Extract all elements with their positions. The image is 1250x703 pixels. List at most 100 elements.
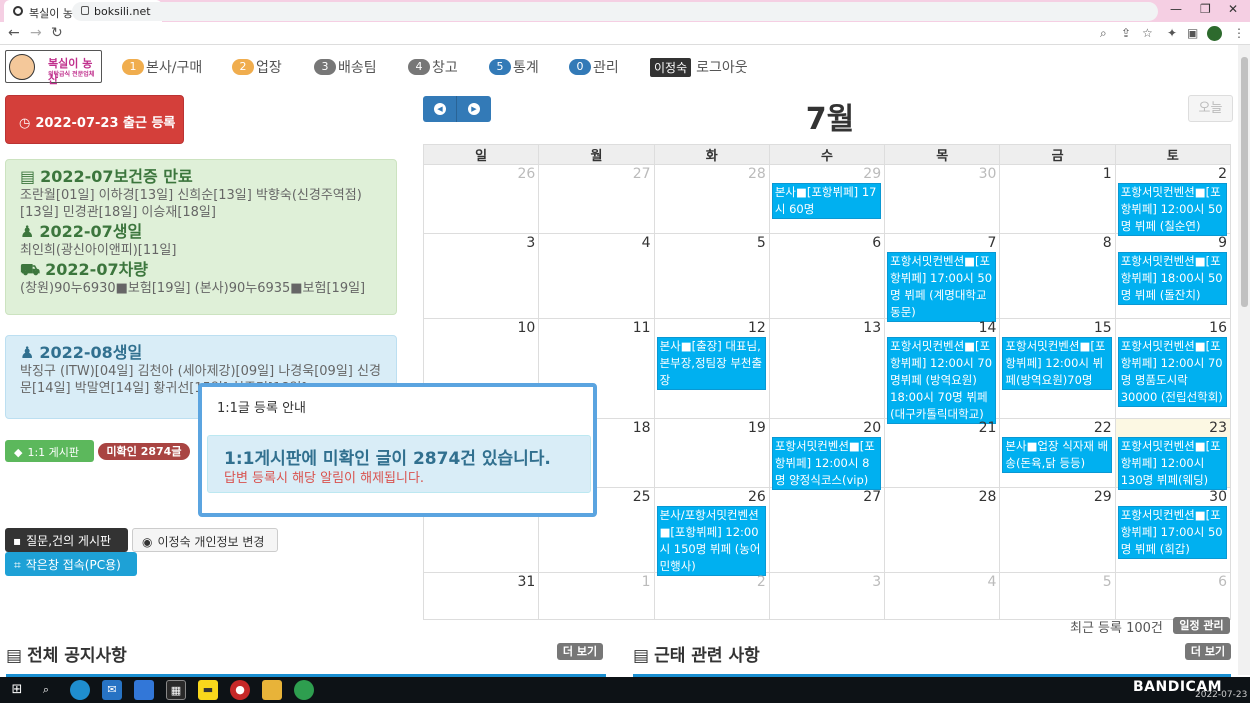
reload-icon[interactable]: ↻ xyxy=(51,25,63,41)
calendar-event[interactable]: 본사■[포항뷔페] 17시 60명 xyxy=(771,183,882,219)
notice-more-button[interactable]: 더 보기 xyxy=(557,643,603,660)
site-logo[interactable]: 복실이 농산 위탁급식 전문업체 xyxy=(5,50,102,86)
calendar-day-cell[interactable]: 7 포항서밋컨벤션■[포항뷔페] 17:00시 50명 뷔페 (계명대학교동문) xyxy=(884,233,1001,322)
nav-item-6[interactable]: 0 관리 xyxy=(569,57,619,77)
calendar-event[interactable]: 본사■업장 식자재 배송(돈육,닭 등등) xyxy=(1002,437,1112,473)
calendar-day-cell[interactable]: 30 xyxy=(884,164,1001,234)
calendar-day-cell[interactable]: 8 xyxy=(999,233,1116,319)
calendar-day-cell[interactable]: 29 xyxy=(999,487,1116,573)
calendar-event[interactable]: 포항서밋컨벤션■[포항뷔페] 12:00시 뷔페(방역요원)70명 xyxy=(1002,337,1112,390)
calendar-day-cell[interactable]: 26 xyxy=(422,164,540,234)
share-icon[interactable]: ⇪ xyxy=(1121,26,1131,40)
calendar-app-icon[interactable] xyxy=(134,680,154,700)
calendar-day-cell[interactable]: 3 xyxy=(768,572,886,620)
checkin-button[interactable]: ◷ 2022-07-23 출근 등록 xyxy=(5,95,184,144)
calendar-day-cell[interactable]: 4 xyxy=(538,233,655,319)
forward-icon[interactable]: → xyxy=(30,25,42,41)
calendar-event[interactable]: 포항서밋컨벤션■[포항뷔페] 12:00시 50명 뷔페 (칠순연) xyxy=(1117,183,1227,236)
store-icon[interactable]: ▦ xyxy=(166,680,186,700)
attendance-more-button[interactable]: 더 보기 xyxy=(1185,643,1231,660)
calendar-event[interactable]: 포항서밋컨벤션■[포항뷔페] 12:00시 70명뷔페 (방역요원) 18:00… xyxy=(887,337,997,424)
nav-item-5[interactable]: 5 통계 xyxy=(489,57,539,77)
calendar-day-cell[interactable]: 2 포항서밋컨벤션■[포항뷔페] 12:00시 50명 뷔페 (칠순연) xyxy=(1114,164,1232,236)
url-field[interactable]: boksili.net xyxy=(72,2,1158,21)
calendar-day-cell[interactable]: 20 포항서밋컨벤션■[포항뷔페] 12:00시 8명 양정식코스(vip) xyxy=(768,418,886,490)
next-month-button[interactable]: ▶ xyxy=(457,96,491,122)
maximize-icon[interactable]: ❐ xyxy=(1200,2,1211,16)
calendar-event[interactable]: 본사/포항서밋컨벤션■[포항뷔페] 12:00시 150명 뷔페 (농어민행사) xyxy=(656,506,766,576)
qna-board-button[interactable]: ▪ 질문,건의 게시판 xyxy=(5,528,128,552)
calendar-event[interactable]: 본사■[출장] 대표님,본부장,정팀장 부천출장 xyxy=(656,337,766,390)
day-number: 1 xyxy=(1102,166,1112,182)
calendar-day-cell[interactable]: 4 xyxy=(884,572,1001,620)
calendar-day-cell[interactable]: 1 xyxy=(538,572,655,620)
recorder-app-icon[interactable]: ● xyxy=(230,680,250,700)
calendar-day-cell[interactable]: 26 본사/포항서밋컨벤션■[포항뷔페] 12:00시 150명 뷔페 (농어민행… xyxy=(653,487,770,576)
close-window-icon[interactable]: ✕ xyxy=(1228,2,1238,16)
logout-link[interactable]: 로그아웃 xyxy=(696,57,748,77)
chrome-icon[interactable] xyxy=(294,680,314,700)
calendar-day-cell[interactable]: 16 포항서밋컨벤션■[포항뷔페] 12:00시 70명 명품도시락 30000 … xyxy=(1114,318,1232,419)
tag-icon: ◆ xyxy=(14,446,23,459)
calendar-day-cell[interactable]: 13 xyxy=(768,318,886,419)
calendar-day-cell[interactable]: 30 포항서밋컨벤션■[포항뷔페] 17:00시 50명 뷔페 (회갑) xyxy=(1114,487,1232,573)
calendar-day-cell[interactable]: 28 xyxy=(653,164,770,234)
calendar-event[interactable]: 포항서밋컨벤션■[포항뷔페] 12:00시 130명 뷔페(웨딩) xyxy=(1117,437,1227,490)
calendar-day-cell[interactable]: 6 xyxy=(1114,572,1232,620)
nav-item-1[interactable]: 1 본사/구매 xyxy=(122,57,202,77)
page-scrollbar[interactable] xyxy=(1238,45,1250,675)
calendar-day-cell[interactable]: 22 본사■업장 식자재 배송(돈육,닭 등등) xyxy=(999,418,1116,488)
back-icon[interactable]: ← xyxy=(8,25,20,41)
calendar-day-cell[interactable]: 15 포항서밋컨벤션■[포항뷔페] 12:00시 뷔페(방역요원)70명 xyxy=(999,318,1116,419)
extensions-icon[interactable]: ✦ xyxy=(1167,26,1177,40)
small-window-button[interactable]: ⌗ 작은창 접속(PC용) xyxy=(5,552,137,576)
sidepanel-icon[interactable]: ▣ xyxy=(1187,26,1198,40)
nav-item-4[interactable]: 4 창고 xyxy=(408,57,458,77)
nav-user-logout[interactable]: 이정숙 로그아웃 xyxy=(650,57,748,77)
nav-item-3[interactable]: 3 배송팀 xyxy=(314,57,377,77)
calendar-day-cell[interactable]: 29 본사■[포항뷔페] 17시 60명 xyxy=(768,164,886,234)
calendar-day-cell[interactable]: 14 포항서밋컨벤션■[포항뷔페] 12:00시 70명뷔페 (방역요원) 18:… xyxy=(884,318,1001,424)
today-button[interactable]: 오늘 xyxy=(1188,95,1233,122)
edit-profile-button[interactable]: ◉ 이정숙 개인정보 변경 xyxy=(132,528,278,552)
calendar-day-cell[interactable]: 28 xyxy=(884,487,1001,573)
one-on-one-board-button[interactable]: ◆ 1:1 게시판 xyxy=(5,440,94,462)
calendar-day-cell[interactable]: 5 xyxy=(653,233,770,319)
browser-menu-icon[interactable]: ⋮ xyxy=(1233,26,1245,40)
calendar-event[interactable]: 포항서밋컨벤션■[포항뷔페] 12:00시 70명 명품도시락 30000 (전… xyxy=(1117,337,1227,407)
calendar-event[interactable]: 포항서밋컨벤션■[포항뷔페] 17:00시 50명 뷔페 (계명대학교동문) xyxy=(887,252,997,322)
minimize-icon[interactable]: — xyxy=(1170,2,1182,16)
mail-icon[interactable]: ✉ xyxy=(102,680,122,700)
search-icon[interactable]: ⌕ xyxy=(36,680,56,700)
calendar-day-cell[interactable]: 2 xyxy=(653,572,770,620)
edge-icon[interactable] xyxy=(70,680,90,700)
file-explorer-icon[interactable] xyxy=(262,680,282,700)
calendar-day-cell[interactable]: 27 xyxy=(768,487,886,573)
calendar-day-cell[interactable]: 19 xyxy=(653,418,770,488)
calendar-event[interactable]: 포항서밋컨벤션■[포항뷔페] 17:00시 50명 뷔페 (회갑) xyxy=(1117,506,1227,559)
calendar-day-cell[interactable]: 23 포항서밋컨벤션■[포항뷔페] 12:00시 130명 뷔페(웨딩) xyxy=(1114,418,1232,490)
calendar-event[interactable]: 포항서밋컨벤션■[포항뷔페] 18:00시 50명 뷔페 (돌잔치) xyxy=(1117,252,1227,305)
zoom-icon[interactable]: ⌕ xyxy=(1100,26,1107,41)
prev-month-button[interactable]: ◀ xyxy=(423,96,457,122)
calendar-day-cell[interactable]: 1 xyxy=(999,164,1116,234)
calendar-day-cell[interactable]: 27 xyxy=(538,164,655,234)
calendar-day-cell[interactable]: 6 xyxy=(768,233,886,319)
profile-avatar-icon[interactable] xyxy=(1207,26,1222,41)
kakaotalk-icon[interactable]: ▬ xyxy=(198,680,218,700)
calendar-day-cell[interactable]: 9 포항서밋컨벤션■[포항뷔페] 18:00시 50명 뷔페 (돌잔치) xyxy=(1114,233,1232,319)
schedule-manage-button[interactable]: 일정 관리 xyxy=(1173,617,1230,634)
notice-modal[interactable]: 1:1글 등록 안내 1:1게시판에 미확인 글이 2874건 있습니다. 답변… xyxy=(198,383,597,517)
calendar-day-cell[interactable]: 31 xyxy=(422,572,540,620)
bookmark-star-icon[interactable]: ☆ xyxy=(1142,26,1153,40)
calendar-event[interactable]: 포항서밋컨벤션■[포항뷔페] 12:00시 8명 양정식코스(vip) xyxy=(771,437,882,490)
calendar-day-cell[interactable]: 5 xyxy=(999,572,1116,620)
windows-start-icon[interactable]: ⊞ xyxy=(7,680,27,700)
calendar-day-cell[interactable]: 21 xyxy=(884,418,1001,488)
nav-item-2[interactable]: 2 업장 xyxy=(232,57,282,77)
day-number: 6 xyxy=(872,235,882,251)
scrollbar-thumb[interactable] xyxy=(1241,57,1248,307)
calendar-day-cell[interactable]: 3 xyxy=(422,233,540,319)
calendar-day-cell[interactable]: 12 본사■[출장] 대표님,본부장,정팀장 부천출장 xyxy=(653,318,770,419)
nav-number-badge: 0 xyxy=(569,59,591,75)
